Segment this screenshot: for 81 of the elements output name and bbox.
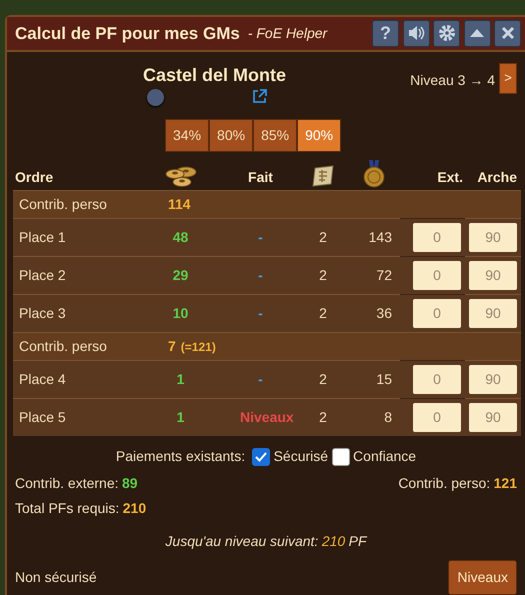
summary-value: 210 [122, 499, 146, 518]
table-cell: 2 [319, 370, 327, 386]
row-label: Contrib. perso [19, 338, 107, 354]
input-field[interactable]: 90 [469, 222, 517, 252]
window-title: Calcul de PF pour mes GMs [15, 22, 240, 45]
row-label: Place 3 [19, 304, 66, 320]
table-cell: 15 [376, 370, 392, 386]
scroll-icon [310, 164, 336, 188]
input-field[interactable]: 90 [469, 260, 517, 290]
window-subtitle: - FoE Helper [248, 24, 328, 43]
contribution-value: 114 [168, 196, 191, 212]
input-field[interactable]: 0 [413, 364, 461, 394]
percent-tab[interactable]: 90% [297, 118, 342, 152]
speaker-icon [407, 24, 425, 42]
status-text: - [258, 304, 263, 320]
minimize-button[interactable] [464, 20, 490, 47]
table-cell: 2 [319, 266, 327, 282]
percent-tab[interactable]: 85% [253, 118, 298, 152]
contribution-total: (=121) [180, 340, 216, 354]
table-cell: 143 [368, 228, 392, 244]
column-header: Arche [477, 168, 517, 184]
table-cell: 36 [376, 304, 392, 320]
next-level-value: 210 [322, 532, 346, 551]
summary-value: 121 [494, 474, 517, 493]
next-level-label: Jusqu'au niveau suivant: [165, 532, 318, 551]
input-field[interactable]: 90 [469, 364, 517, 394]
table-cell: 72 [376, 266, 392, 282]
sound-button[interactable] [402, 20, 430, 47]
next-level-button[interactable]: > [499, 62, 517, 94]
checkbox-label: Confiance [353, 447, 416, 466]
input-field[interactable]: 0 [413, 260, 461, 290]
row-label: Place 4 [19, 370, 66, 386]
checkbox[interactable] [332, 448, 350, 466]
pf-value: 48 [172, 228, 188, 244]
pf-value: 1 [176, 370, 184, 386]
close-icon [500, 26, 514, 40]
checkbox[interactable] [252, 448, 270, 466]
column-header: Fait [248, 168, 273, 184]
summary-label: Total PFs requis: [15, 499, 120, 518]
payments-label: Paiements existants: [116, 447, 246, 466]
status-text: - [258, 266, 263, 282]
column-header: Ext. [437, 168, 463, 184]
input-field[interactable]: 0 [413, 402, 461, 432]
status-text: - [258, 228, 263, 244]
input-field[interactable]: 90 [469, 402, 517, 432]
summary-label: Contrib. externe: [15, 474, 118, 493]
summary-label: Contrib. perso: [398, 474, 490, 493]
close-button[interactable] [494, 20, 521, 47]
unit-label: PF [348, 532, 367, 551]
triangle-up-icon [469, 28, 485, 38]
summary-value: 89 [122, 474, 138, 493]
percent-tab[interactable]: 80% [209, 118, 254, 152]
column-header: Ordre [15, 168, 54, 184]
table-cell: 2 [319, 408, 327, 425]
contribution-value: 7 [168, 338, 176, 354]
medal-icon [363, 160, 385, 188]
pf-value: 1 [176, 408, 184, 425]
table-cell: 8 [384, 408, 392, 425]
pf-value: 10 [172, 304, 188, 320]
status-text: - [258, 370, 263, 386]
settings-button[interactable] [433, 20, 460, 47]
input-field[interactable]: 0 [413, 298, 461, 328]
row-label: Place 5 [19, 408, 66, 425]
row-label: Place 1 [19, 228, 66, 244]
pf-value: 29 [172, 266, 188, 282]
levels-button[interactable]: Niveaux [448, 560, 517, 595]
table-cell: 2 [319, 304, 327, 320]
status-dot [147, 88, 164, 106]
input-field[interactable]: 90 [469, 298, 517, 328]
checkbox-label: Sécurisé [274, 447, 328, 466]
help-button[interactable]: ? [372, 20, 399, 47]
percent-tab[interactable]: 34% [165, 118, 210, 152]
level-label: Niveau 3 → 4 [410, 70, 495, 90]
row-label: Place 2 [19, 266, 66, 282]
table-cell: 2 [319, 228, 327, 244]
row-label: Contrib. perso [19, 196, 107, 212]
gear-icon [438, 24, 456, 42]
input-field[interactable]: 0 [413, 222, 461, 252]
status-text: Non sécurisé [15, 568, 97, 587]
coins-icon [164, 164, 198, 188]
status-text: Niveaux [239, 408, 295, 427]
